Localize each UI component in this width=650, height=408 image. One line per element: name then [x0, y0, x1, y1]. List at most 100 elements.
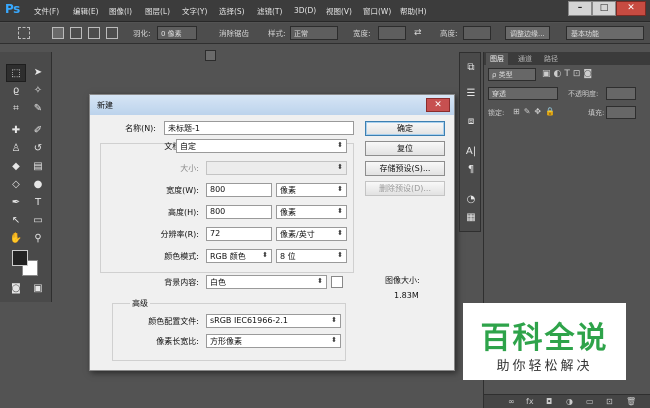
zoom-icon[interactable]: ⚲ [28, 230, 48, 248]
healing-brush-icon[interactable]: ✚ [6, 122, 26, 140]
actions-panel-icon[interactable]: ⧈ [463, 115, 479, 129]
move-icon[interactable]: ➤ [28, 64, 48, 82]
new-layer-icon[interactable]: ⊡ [606, 397, 613, 406]
preset-select[interactable]: 自定 ⬍ [176, 139, 347, 153]
rectangular-marquee-icon[interactable]: ⬚ [6, 64, 26, 82]
pixel-aspect-select[interactable]: 方形像素 ⬍ [206, 334, 341, 348]
height-unit-select[interactable]: 像素 ⬍ [276, 205, 347, 219]
save-preset-button[interactable]: 存储预设(S)... [365, 161, 445, 176]
blend-mode-select[interactable]: 穿透 [488, 87, 558, 100]
width-input[interactable]: 800 [206, 183, 272, 197]
new-group-icon[interactable]: ▭ [586, 397, 594, 406]
advanced-group [112, 303, 346, 361]
feather-input[interactable]: 0 像素 [157, 26, 197, 40]
history-brush-icon[interactable]: ↺ [28, 140, 48, 158]
intersect-selection-icon[interactable] [106, 27, 118, 39]
brush-icon[interactable]: ✐ [28, 122, 48, 140]
menu-3d[interactable]: 3D(D) [294, 6, 316, 15]
link-layers-icon[interactable]: ∞ [508, 397, 515, 406]
menu-view[interactable]: 视图(V) [326, 6, 352, 17]
dialog-titlebar[interactable]: 新建 ✕ [90, 95, 454, 115]
color-mode-select[interactable]: RGB 颜色 ⬍ [206, 249, 272, 263]
height-input[interactable]: 800 [206, 205, 272, 219]
ok-button[interactable]: 确定 [365, 121, 445, 136]
delete-layer-icon[interactable]: 🗑 [626, 397, 636, 406]
lasso-icon[interactable]: ϱ [6, 82, 26, 100]
character-panel-icon[interactable]: A| [463, 145, 479, 159]
width-unit-select[interactable]: 像素 ⬍ [276, 183, 347, 197]
swatches-panel-icon[interactable]: ▦ [463, 211, 479, 225]
menu-select[interactable]: 选择(S) [219, 6, 245, 17]
tab-channels[interactable]: 通道 [514, 53, 536, 65]
menu-edit[interactable]: 编辑(E) [73, 6, 99, 17]
antialias-checkbox[interactable] [205, 50, 216, 61]
properties-panel-icon[interactable]: ☰ [463, 87, 479, 101]
add-selection-icon[interactable] [70, 27, 82, 39]
quick-mask-icon[interactable]: ◙ [6, 280, 26, 298]
lock-icons[interactable]: ⊞✎✥🔒 [513, 107, 559, 116]
name-input[interactable]: 未标题-1 [164, 121, 354, 135]
menu-file[interactable]: 文件(F) [34, 6, 59, 17]
dodge-icon[interactable]: ● [28, 176, 48, 194]
color-profile-select[interactable]: sRGB IEC61966-2.1 ⬍ [206, 314, 341, 328]
blur-icon[interactable]: ◇ [6, 176, 26, 194]
tab-paths[interactable]: 路径 [540, 53, 562, 65]
type-icon[interactable]: T [28, 194, 48, 212]
crop-icon[interactable]: ⌗ [6, 100, 26, 118]
adjustment-layer-icon[interactable]: ◑ [566, 397, 573, 406]
marquee-preset-icon[interactable] [18, 27, 30, 39]
magic-wand-icon[interactable]: ✧ [28, 82, 48, 100]
maximize-button[interactable]: □ [592, 1, 616, 16]
background-color-swatch[interactable] [331, 276, 343, 288]
layer-filter-select[interactable]: ρ 类型 [488, 68, 536, 81]
reset-button[interactable]: 复位 [365, 141, 445, 156]
eyedropper-icon[interactable]: ✎ [28, 100, 48, 118]
width-input[interactable] [378, 26, 406, 40]
style-select[interactable]: 正常 [290, 26, 338, 40]
paragraph-panel-icon[interactable]: ¶ [463, 163, 479, 177]
clone-stamp-icon[interactable]: ♙ [6, 140, 26, 158]
chevron-down-icon: ⬍ [331, 336, 337, 344]
menu-help[interactable]: 帮助(H) [400, 6, 427, 17]
adjustments-panel-icon[interactable]: ◔ [463, 193, 479, 207]
opacity-input[interactable] [606, 87, 636, 100]
menu-image[interactable]: 图像(I) [109, 6, 132, 17]
layer-mask-icon[interactable]: ◘ [546, 397, 552, 406]
rectangle-shape-icon[interactable]: ▭ [28, 212, 48, 230]
hand-icon[interactable]: ✋ [6, 230, 26, 248]
chevron-down-icon: ⬍ [337, 185, 343, 193]
resolution-input[interactable]: 72 [206, 227, 272, 241]
subtract-selection-icon[interactable] [88, 27, 100, 39]
workspace-select[interactable]: 基本功能 [566, 26, 644, 40]
pen-icon[interactable]: ✒ [6, 194, 26, 212]
new-document-dialog: 新建 ✕ 名称(N): 未标题-1 文档类型: 自定⬍ 大小: ⬍ 宽度(W):… [89, 94, 455, 371]
tab-layers[interactable]: 图层 [486, 53, 508, 65]
dialog-title: 新建 [97, 101, 113, 110]
watermark: 百科全说 助你轻松解决 [463, 303, 626, 380]
menu-type[interactable]: 文字(Y) [182, 6, 207, 17]
menu-window[interactable]: 窗口(W) [363, 6, 391, 17]
resolution-unit-select[interactable]: 像素/英寸 ⬍ [276, 227, 347, 241]
filter-type-icons[interactable]: ▣◐T⊡◙ [542, 69, 595, 79]
eraser-icon[interactable]: ◆ [6, 158, 26, 176]
foreground-color-swatch[interactable] [12, 250, 28, 266]
background-select[interactable]: 白色 ⬍ [206, 275, 327, 289]
screen-mode-icon[interactable]: ▣ [28, 280, 48, 298]
fill-input[interactable] [606, 106, 636, 119]
height-input[interactable] [463, 26, 491, 40]
dialog-close-button[interactable]: ✕ [426, 98, 450, 112]
menu-filter[interactable]: 滤镜(T) [257, 6, 282, 17]
chevron-down-icon: ⬍ [337, 141, 343, 149]
gradient-icon[interactable]: ▤ [28, 158, 48, 176]
swap-icon[interactable]: ⇄ [414, 28, 422, 38]
refine-edge-button[interactable]: 调整边缘... [505, 26, 550, 40]
new-selection-icon[interactable] [52, 27, 64, 39]
layer-style-icon[interactable]: fx [526, 397, 534, 406]
path-selection-icon[interactable]: ↖ [6, 212, 26, 230]
options-bar: 羽化: 0 像素 消除锯齿 样式: 正常 宽度: ⇄ 高度: 调整边缘... 基… [0, 23, 650, 61]
bit-depth-select[interactable]: 8 位 ⬍ [276, 249, 347, 263]
menu-layer[interactable]: 图层(L) [145, 6, 170, 17]
close-window-button[interactable]: ✕ [616, 1, 646, 16]
history-panel-icon[interactable]: ⧉ [463, 61, 479, 75]
minimize-button[interactable]: – [568, 1, 592, 16]
